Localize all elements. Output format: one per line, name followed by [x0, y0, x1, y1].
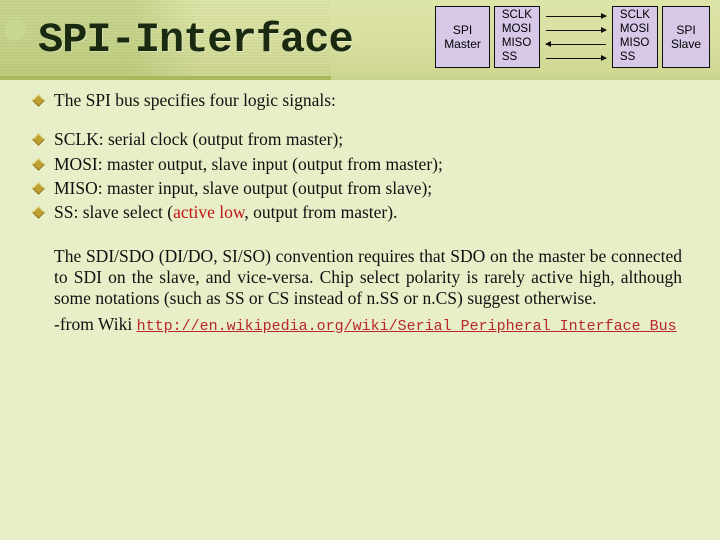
signal-bullets: SCLK: serial clock (output from master);…	[28, 129, 692, 223]
wiki-link[interactable]: http://en.wikipedia.org/wiki/Serial_Peri…	[137, 318, 677, 335]
active-low-text: active low	[173, 202, 244, 222]
bus-wires	[546, 6, 606, 68]
slide-header: SPI-Interface SPI Master SCLK MOSI MISO …	[0, 0, 720, 80]
list-item: MISO: master input, slave output (output…	[34, 178, 692, 199]
master-block: SPI Master	[435, 6, 490, 68]
explanation-paragraph: The SDI/SDO (DI/DO, SI/SO) convention re…	[28, 246, 692, 310]
spi-block-diagram: SPI Master SCLK MOSI MISO SS SCLK MOSI M…	[435, 6, 710, 68]
slave-pins: SCLK MOSI MISO SS	[612, 6, 658, 68]
slave-block: SPI Slave	[662, 6, 710, 68]
master-pins: SCLK MOSI MISO SS	[494, 6, 540, 68]
slide-body: The SPI bus specifies four logic signals…	[0, 80, 720, 336]
list-item: SS: slave select (active low, output fro…	[34, 202, 692, 223]
list-item: MOSI: master output, slave input (output…	[34, 154, 692, 175]
page-title: SPI-Interface	[38, 16, 353, 64]
list-item: SCLK: serial clock (output from master);	[34, 129, 692, 150]
intro-bullets: The SPI bus specifies four logic signals…	[28, 90, 692, 111]
source-line: -from Wiki http://en.wikipedia.org/wiki/…	[28, 314, 692, 336]
list-item: The SPI bus specifies four logic signals…	[34, 90, 692, 111]
source-prefix: -from Wiki	[54, 314, 137, 334]
